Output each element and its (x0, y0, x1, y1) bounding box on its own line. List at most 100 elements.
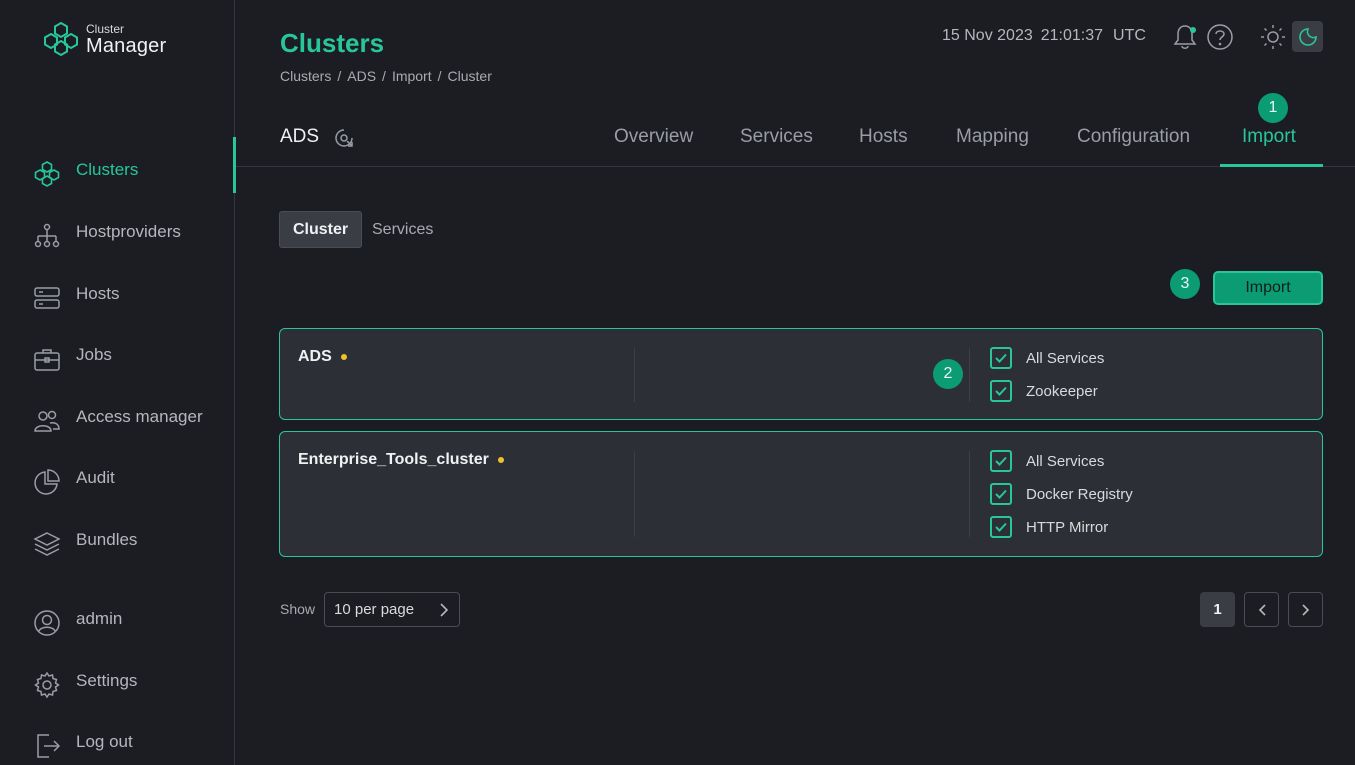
logout-icon (32, 731, 62, 761)
sidebar-item-settings[interactable]: Settings (0, 661, 235, 701)
service-checkbox-row[interactable]: All Services (990, 450, 1104, 472)
step-badge-2: 2 (933, 359, 963, 389)
sidebar: Cluster Manager Clusters Hostproviders H… (0, 0, 236, 765)
checkbox-checked[interactable] (990, 516, 1012, 538)
card-divider (634, 451, 635, 537)
date-text: 15 Nov 2023 (942, 27, 1033, 44)
breadcrumb: Clusters / ADS / Import / Cluster (280, 68, 492, 84)
page-title: Clusters (280, 28, 385, 58)
tab-services[interactable]: Services (740, 126, 813, 148)
bundles-icon (32, 529, 62, 559)
breadcrumb-separator: / (337, 68, 342, 84)
chevron-right-icon (1301, 603, 1309, 616)
sidebar-item-hosts[interactable]: Hosts (0, 274, 235, 314)
sidebar-item-admin[interactable]: admin (0, 599, 235, 639)
checkbox-checked[interactable] (990, 380, 1012, 402)
check-icon (995, 353, 1007, 363)
status-dot (497, 457, 504, 463)
jobs-icon (32, 344, 62, 374)
sidebar-item-jobs[interactable]: Jobs (0, 335, 235, 375)
tab-overview[interactable]: Overview (614, 126, 693, 148)
checkbox-checked[interactable] (990, 450, 1012, 472)
card-cluster-name: ADS (298, 348, 347, 366)
current-datetime: 15 Nov 2023 21:01:37 UTC (942, 27, 1146, 45)
hosts-icon (32, 283, 62, 313)
breadcrumb-item[interactable]: Import (392, 68, 432, 84)
card-divider (969, 348, 970, 402)
card-divider (969, 451, 970, 537)
check-icon (995, 489, 1007, 499)
checkbox-checked[interactable] (990, 483, 1012, 505)
logo-small-text: Cluster (86, 21, 125, 36)
per-page-select[interactable]: 10 per page (324, 592, 460, 627)
dark-theme-moon-icon[interactable] (1292, 21, 1323, 52)
breadcrumb-separator: / (382, 68, 386, 84)
checkbox-checked[interactable] (990, 347, 1012, 369)
subtab-cluster[interactable]: Cluster (279, 211, 363, 248)
page-number-button[interactable]: 1 (1200, 592, 1235, 627)
cluster-name-text: Enterprise_Tools_cluster (298, 451, 489, 468)
import-cluster-card: Enterprise_Tools_cluster All Services Do… (279, 431, 1323, 557)
per-page-value: 10 per page (334, 601, 415, 618)
service-checkbox-row[interactable]: Zookeeper (990, 380, 1098, 402)
help-icon[interactable] (1205, 22, 1235, 52)
sidebar-item-label: Bundles (76, 530, 138, 549)
sidebar-item-clusters[interactable]: Clusters (0, 137, 236, 193)
service-checkbox-row[interactable]: Docker Registry (990, 483, 1133, 505)
light-theme-sun-icon[interactable] (1258, 22, 1288, 52)
app-logo[interactable]: Cluster Manager (42, 20, 166, 58)
notifications-bell-icon[interactable] (1170, 22, 1200, 52)
logo-hexagons-icon (44, 21, 78, 57)
active-tab-indicator (1220, 164, 1323, 167)
clusters-icon (32, 159, 62, 189)
service-checkbox-row[interactable]: All Services (990, 347, 1104, 369)
sidebar-item-label: Log out (76, 732, 133, 751)
cluster-name-text: ADS (298, 348, 332, 365)
sidebar-item-label: Settings (76, 671, 138, 690)
card-divider (634, 348, 635, 402)
service-checkbox-row[interactable]: HTTP Mirror (990, 516, 1108, 538)
prev-page-button[interactable] (1244, 592, 1279, 627)
sidebar-item-label: Jobs (76, 345, 112, 364)
sidebar-item-hostproviders[interactable]: Hostproviders (0, 212, 235, 252)
show-label: Show (280, 601, 316, 617)
tab-mapping[interactable]: Mapping (956, 126, 1029, 148)
sidebar-item-bundles[interactable]: Bundles (0, 520, 235, 560)
import-button[interactable]: Import (1213, 271, 1323, 305)
sidebar-item-logout[interactable]: Log out (0, 722, 235, 762)
step-badge-1: 1 (1258, 93, 1288, 123)
chevron-right-icon (439, 602, 449, 622)
check-icon (995, 522, 1007, 532)
sidebar-item-access-manager[interactable]: Access manager (0, 397, 235, 437)
timezone-text: UTC (1113, 27, 1146, 44)
settings-icon (32, 670, 62, 700)
sidebar-item-label: Audit (76, 468, 115, 487)
tab-configuration[interactable]: Configuration (1077, 126, 1190, 148)
sidebar-item-label: Access manager (76, 407, 203, 426)
breadcrumb-item[interactable]: ADS (347, 68, 376, 84)
tab-import[interactable]: Import (1242, 126, 1296, 148)
chevron-left-icon (1258, 603, 1266, 616)
access-manager-icon (32, 406, 62, 436)
checkbox-label: Zookeeper (1026, 382, 1098, 400)
checkbox-label: HTTP Mirror (1026, 518, 1109, 536)
breadcrumb-item[interactable]: Clusters (280, 68, 331, 84)
import-cluster-card: ADS 2 All Services Zookeeper (279, 328, 1323, 420)
status-dot (340, 354, 347, 360)
audit-icon (32, 467, 62, 497)
link-status-icon[interactable] (333, 127, 355, 149)
checkbox-label: All Services (1026, 349, 1105, 367)
logo-big-text: Manager (86, 34, 167, 57)
tabs-divider (236, 166, 1355, 167)
tab-hosts[interactable]: Hosts (859, 126, 908, 148)
check-icon (995, 386, 1007, 396)
sidebar-item-label: admin (76, 609, 123, 628)
checkbox-label: Docker Registry (1026, 485, 1133, 503)
entity-name: ADS (280, 126, 320, 147)
user-icon (32, 608, 62, 638)
next-page-button[interactable] (1288, 592, 1323, 627)
sidebar-item-audit[interactable]: Audit (0, 458, 235, 498)
checkbox-label: All Services (1026, 452, 1105, 470)
subtab-services[interactable]: Services (359, 211, 446, 248)
card-cluster-name: Enterprise_Tools_cluster (298, 451, 504, 469)
